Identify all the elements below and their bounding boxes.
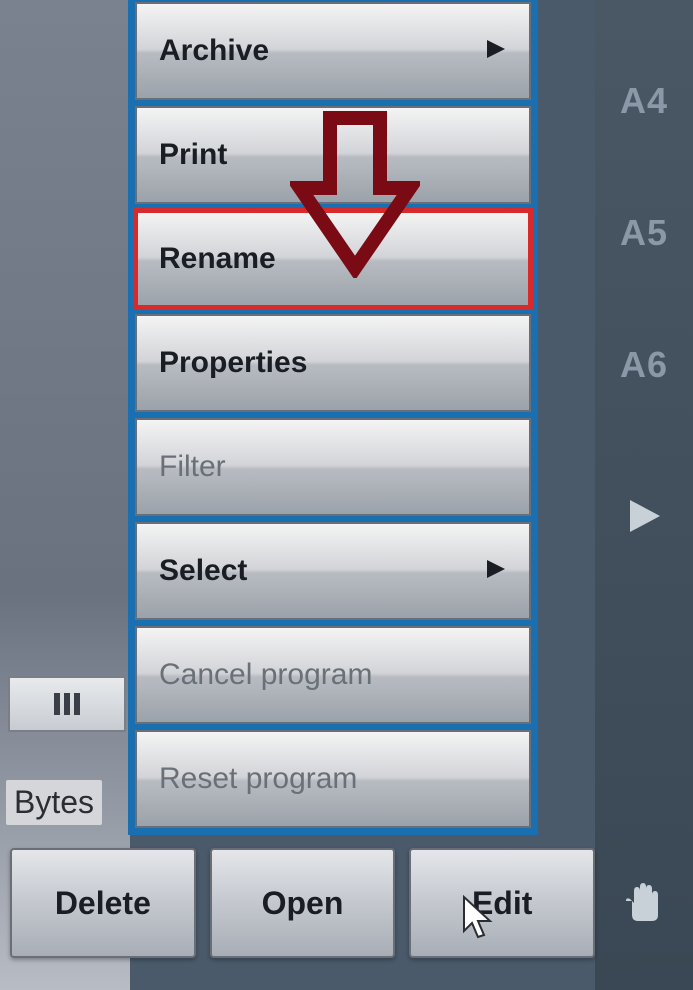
menu-item-label: Reset program	[159, 762, 357, 796]
button-label: Delete	[55, 885, 151, 922]
menu-item-cancel-program: Cancel program	[135, 626, 531, 724]
submenu-arrow-icon	[485, 34, 507, 68]
menu-item-properties[interactable]: Properties	[135, 314, 531, 412]
hand-icon[interactable]	[622, 881, 666, 930]
menu-item-label: Properties	[159, 346, 307, 380]
delete-button[interactable]: Delete	[10, 848, 196, 958]
open-button[interactable]: Open	[210, 848, 396, 958]
scrollbar-thumb[interactable]	[8, 676, 126, 732]
rail-label-a5: A5	[620, 212, 668, 254]
button-label: Edit	[472, 885, 532, 922]
grip-icon	[54, 693, 80, 715]
menu-item-label: Archive	[159, 34, 269, 68]
context-menu: Archive Print Rename Properties Filter S…	[128, 0, 538, 835]
menu-item-label: Select	[159, 554, 247, 588]
rail-label-a6: A6	[620, 344, 668, 386]
right-rail: A4 A5 A6	[595, 0, 693, 990]
menu-item-label: Filter	[159, 450, 226, 484]
menu-item-print[interactable]: Print	[135, 106, 531, 204]
rail-label-a4: A4	[620, 80, 668, 122]
menu-item-label: Print	[159, 138, 227, 172]
play-icon[interactable]	[624, 496, 664, 541]
menu-item-reset-program: Reset program	[135, 730, 531, 828]
menu-item-archive[interactable]: Archive	[135, 2, 531, 100]
button-label: Open	[262, 885, 344, 922]
menu-item-filter: Filter	[135, 418, 531, 516]
edit-button[interactable]: Edit	[409, 848, 595, 958]
submenu-arrow-icon	[485, 554, 507, 588]
bytes-column-header: Bytes	[6, 780, 102, 825]
menu-item-select[interactable]: Select	[135, 522, 531, 620]
menu-item-label: Rename	[159, 242, 276, 276]
menu-item-label: Cancel program	[159, 658, 372, 692]
menu-item-rename[interactable]: Rename	[135, 210, 531, 308]
bottom-toolbar: Delete Open Edit	[0, 848, 595, 958]
left-panel-background	[0, 0, 130, 990]
